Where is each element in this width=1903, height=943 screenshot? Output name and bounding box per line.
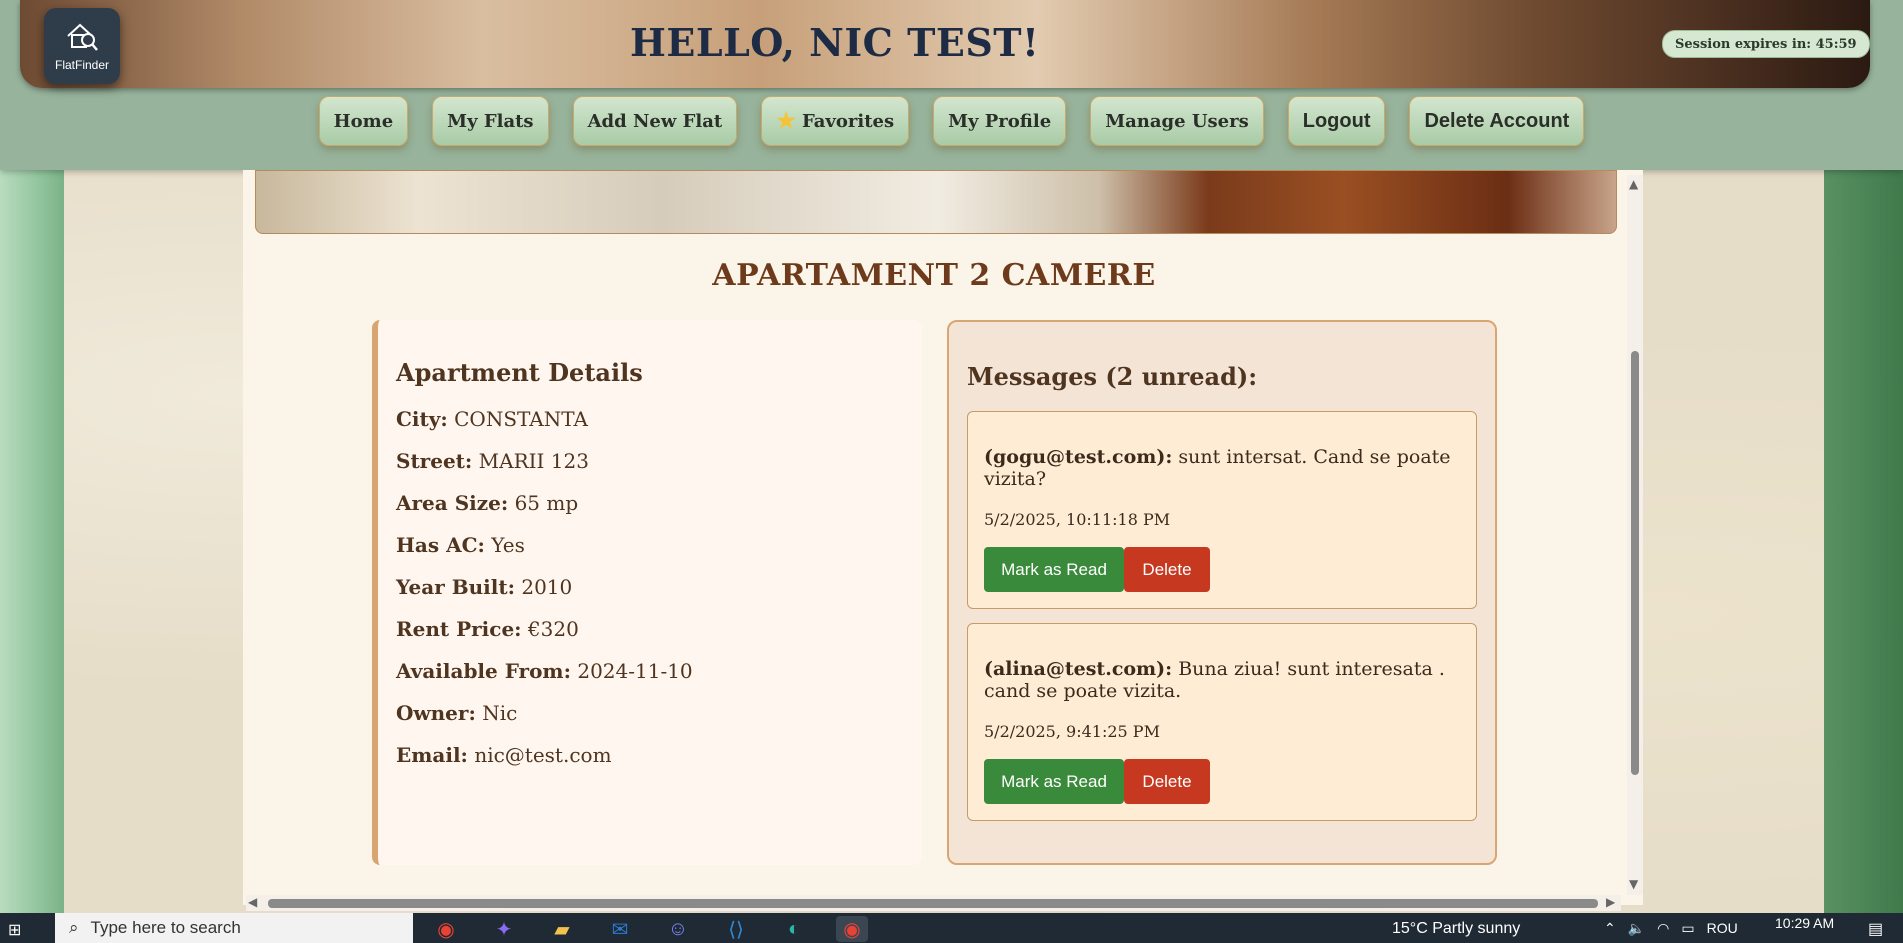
vertical-scroll-thumb[interactable] [1631,351,1639,775]
detail-row-owner: Owner: Nic [396,701,904,725]
windows-start-icon[interactable]: ⊞ [8,920,21,940]
mark-as-read-button[interactable]: Mark as Read [984,547,1124,592]
detail-label: Email: [396,743,468,767]
detail-row-rent-price: Rent Price: €320 [396,617,904,641]
vscode-icon[interactable]: ⟨⟩ [720,916,752,942]
battery-icon[interactable]: ▭ [1681,920,1694,937]
detail-row-available-from: Available From: 2024-11-10 [396,659,904,683]
message-actions: Mark as Read Delete [984,547,1460,592]
detail-label: Year Built: [396,575,515,599]
scroll-left-icon[interactable]: ◀ [248,895,257,909]
detail-row-email: Email: nic@test.com [396,743,904,767]
nav-my-flats-button[interactable]: My Flats [432,96,549,146]
copilot-icon[interactable]: ✦ [488,916,520,942]
messages-heading: Messages (2 unread): [967,362,1258,391]
detail-value: €320 [527,617,579,641]
delete-message-button[interactable]: Delete [1124,759,1210,804]
detail-label: Street: [396,449,473,473]
search-icon: ⌕ [69,918,79,937]
detail-value: Nic [482,701,518,725]
top-header: FlatFinder HELLO, NIC TEST! Session expi… [0,0,1903,170]
detail-row-city: City: CONSTANTA [396,407,904,431]
message-timestamp: 5/2/2025, 9:41:25 PM [984,722,1160,741]
horizontal-scrollbar[interactable]: ◀ ▶ [246,895,1621,911]
delete-message-button[interactable]: Delete [1124,547,1210,592]
scroll-up-icon[interactable]: ▲ [1629,177,1638,191]
scroll-down-icon[interactable]: ▼ [1629,877,1638,891]
flat-title: APARTAMENT 2 CAMERE [712,258,1156,293]
message-actions: Mark as Read Delete [984,759,1460,804]
detail-row-year-built: Year Built: 2010 [396,575,904,599]
nav-favorites-button[interactable]: ★ Favorites [761,96,910,146]
detail-row-street: Street: MARII 123 [396,449,904,473]
language-indicator[interactable]: ROU [1707,920,1738,937]
detail-value: CONSTANTA [454,407,588,431]
edge-icon[interactable]: ◐ [778,916,810,942]
chevron-up-icon[interactable]: ⌃ [1604,920,1616,937]
star-icon: ★ [776,108,796,134]
detail-value: Yes [491,533,525,557]
message-text: (gogu@test.com): sunt intersat. Cand se … [984,446,1460,490]
detail-value: 2010 [521,575,573,599]
taskbar-search-input[interactable]: ⌕ Type here to search [55,913,413,943]
detail-row-area-size: Area Size: 65 mp [396,491,904,515]
detail-row-has-ac: Has AC: Yes [396,533,904,557]
nav-manage-users-button[interactable]: Manage Users [1090,96,1264,146]
weather-widget[interactable]: 15°C Partly sunny [1392,920,1520,938]
message-timestamp: 5/2/2025, 10:11:18 PM [984,510,1171,529]
file-explorer-icon[interactable]: ▰ [546,916,578,942]
apartment-details-panel: Apartment Details City: CONSTANTA Street… [372,320,922,865]
session-timer: Session expires in: 45:59 [1662,30,1870,58]
message-text: (alina@test.com): Buna ziua! sunt intere… [984,658,1460,702]
vertical-scrollbar[interactable]: ▲ ▼ [1627,175,1643,895]
nav-my-profile-button[interactable]: My Profile [933,96,1067,146]
detail-label: Rent Price: [396,617,522,641]
windows-taskbar: ⊞ ⌕ Type here to search ◉ ✦ ▰ ✉ ☺ ⟨⟩ ◐ ◉… [0,913,1903,943]
detail-label: Has AC: [396,533,485,557]
wifi-icon[interactable]: ◠ [1657,920,1669,937]
app-logo[interactable]: FlatFinder [44,8,120,84]
notification-icon[interactable]: ▤ [1868,919,1883,939]
house-magnifier-icon [67,23,98,51]
logout-button[interactable]: Logout [1287,96,1386,146]
detail-label: City: [396,407,448,431]
logo-text: FlatFinder [54,58,110,72]
detail-label: Owner: [396,701,476,725]
system-tray: ⌃ 🔈 ◠ ▭ ROU [1604,920,1738,937]
detail-value: MARII 123 [478,449,589,473]
detail-value: 65 mp [514,491,579,515]
flat-hero-image [255,170,1617,234]
message-item: (gogu@test.com): sunt intersat. Cand se … [967,411,1477,609]
chrome-icon[interactable]: ◉ [430,916,462,942]
nav-home-button[interactable]: Home [318,96,409,146]
volume-icon[interactable]: 🔈 [1628,920,1645,937]
detail-label: Area Size: [396,491,509,515]
scroll-right-icon[interactable]: ▶ [1606,895,1615,909]
search-placeholder: Type here to search [90,918,241,937]
message-sender: (gogu@test.com): [984,446,1173,468]
taskbar-apps: ◉ ✦ ▰ ✉ ☺ ⟨⟩ ◐ ◉ [430,916,868,942]
main-nav: Home My Flats Add New Flat ★ Favorites M… [0,96,1903,146]
chrome-active-icon[interactable]: ◉ [836,916,868,942]
nav-favorites-label: Favorites [801,110,895,132]
nav-add-new-flat-button[interactable]: Add New Flat [572,96,738,146]
message-item: (alina@test.com): Buna ziua! sunt intere… [967,623,1477,821]
mark-as-read-button[interactable]: Mark as Read [984,759,1124,804]
discord-icon[interactable]: ☺ [662,916,694,942]
details-heading: Apartment Details [396,358,643,387]
page-greeting: HELLO, NIC TEST! [630,20,1040,65]
outlook-icon[interactable]: ✉ [604,916,636,942]
horizontal-scroll-thumb[interactable] [268,899,1598,908]
taskbar-clock[interactable]: 10:29 AM [1775,915,1834,931]
detail-label: Available From: [396,659,571,683]
messages-panel: Messages (2 unread): (gogu@test.com): su… [947,320,1497,865]
message-sender: (alina@test.com): [984,658,1173,680]
detail-value: 2024-11-10 [577,659,693,683]
delete-account-button[interactable]: Delete Account [1409,96,1585,146]
detail-value: nic@test.com [474,743,612,767]
